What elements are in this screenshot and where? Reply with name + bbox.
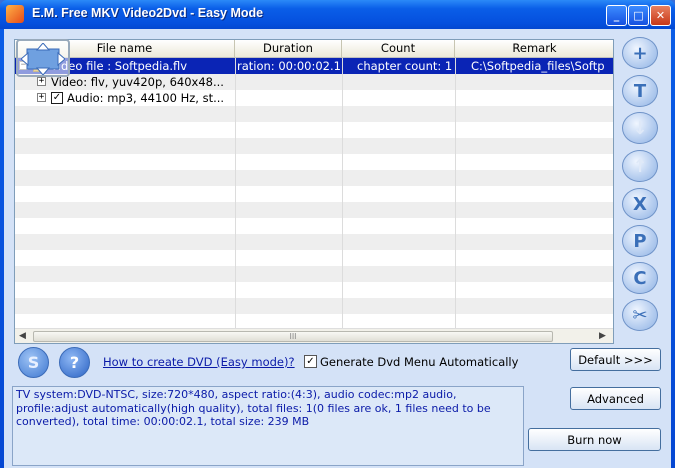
cell-remark: C:\Softpedia_files\Softp bbox=[471, 59, 605, 73]
audio-checkbox[interactable]: ✓ bbox=[51, 92, 63, 104]
scroll-left-icon[interactable]: ◀ bbox=[19, 331, 26, 341]
cut-icon: ✂ bbox=[632, 304, 648, 326]
expand-icon[interactable]: + bbox=[37, 93, 46, 102]
move-up-button[interactable]: ↑ bbox=[622, 150, 658, 182]
cell-remark bbox=[471, 90, 613, 106]
add-icon: + bbox=[632, 42, 648, 64]
empty-row bbox=[15, 154, 613, 170]
file-list[interactable]: File name Duration Count Remark −video f… bbox=[14, 39, 614, 344]
cell-remark bbox=[471, 74, 613, 90]
cell-count bbox=[357, 74, 455, 90]
main-panel: File name Duration Count Remark −video f… bbox=[4, 29, 671, 468]
empty-row bbox=[15, 202, 613, 218]
cell-name: video file : Softpedia.flv bbox=[51, 59, 188, 73]
column-divider bbox=[235, 58, 236, 328]
cell-duration bbox=[237, 90, 342, 106]
scroll-right-icon[interactable]: ▶ bbox=[599, 331, 606, 341]
empty-row bbox=[15, 138, 613, 154]
table-row[interactable]: + ✓ Audio: mp3, 44100 Hz, st... bbox=[15, 90, 613, 106]
cell-name: Video: flv, yuv420p, 640x48... bbox=[51, 75, 224, 89]
cell-count bbox=[357, 90, 455, 106]
question-icon: ? bbox=[69, 353, 80, 372]
app-window: E.M. Free MKV Video2Dvd - Easy Mode _ □ … bbox=[0, 0, 675, 468]
cut-button[interactable]: ✂ bbox=[622, 299, 658, 331]
scroll-thumb[interactable]: III bbox=[33, 331, 553, 342]
default-button[interactable]: Default >>> bbox=[570, 348, 661, 371]
s-icon: S bbox=[27, 353, 40, 372]
empty-row bbox=[15, 250, 613, 266]
table-row[interactable]: −video file : Softpedia.flvration: 00:00… bbox=[15, 58, 613, 74]
info-box: TV system:DVD-NTSC, size:720*480, aspect… bbox=[12, 386, 524, 466]
column-header-duration[interactable]: Duration bbox=[235, 40, 342, 58]
title-bar[interactable]: E.M. Free MKV Video2Dvd - Easy Mode _ □ … bbox=[0, 0, 675, 29]
window-title: E.M. Free MKV Video2Dvd - Easy Mode bbox=[32, 6, 264, 20]
expand-icon[interactable]: + bbox=[37, 77, 46, 86]
add-button[interactable]: + bbox=[622, 37, 658, 69]
remove-icon: X bbox=[633, 193, 647, 215]
howto-link[interactable]: How to create DVD (Easy mode)? bbox=[103, 355, 295, 369]
remove-button[interactable]: X bbox=[622, 188, 658, 220]
generate-menu-checkbox[interactable]: ✓ bbox=[304, 355, 317, 368]
move-down-button[interactable]: ↓ bbox=[622, 112, 658, 144]
close-button[interactable]: ✕ bbox=[650, 5, 671, 26]
cell-name: Audio: mp3, 44100 Hz, st... bbox=[67, 91, 225, 105]
app-icon bbox=[6, 5, 24, 23]
empty-row bbox=[15, 218, 613, 234]
burn-now-button[interactable]: Burn now bbox=[528, 428, 661, 451]
column-header-count[interactable]: Count bbox=[342, 40, 455, 58]
move-down-icon: ↓ bbox=[632, 117, 648, 139]
help-button[interactable]: ? bbox=[59, 347, 90, 378]
move-up-icon: ↑ bbox=[632, 155, 648, 177]
chapter-button[interactable]: C bbox=[622, 262, 658, 294]
minimize-icon: _ bbox=[613, 9, 620, 22]
generate-menu-label: Generate Dvd Menu Automatically bbox=[320, 355, 519, 369]
column-divider bbox=[342, 58, 343, 328]
title-button[interactable]: T bbox=[622, 75, 658, 107]
chapter-icon: C bbox=[633, 267, 647, 289]
empty-row bbox=[15, 170, 613, 186]
minimize-button[interactable]: _ bbox=[606, 5, 627, 26]
table-row[interactable]: + Video: flv, yuv420p, 640x48... bbox=[15, 74, 613, 90]
cell-duration bbox=[237, 74, 342, 90]
maximize-button[interactable]: □ bbox=[628, 5, 649, 26]
column-header-remark[interactable]: Remark bbox=[455, 40, 613, 58]
preview-icon: P bbox=[633, 230, 647, 252]
skin-button[interactable]: S bbox=[18, 347, 49, 378]
title-icon: T bbox=[633, 80, 647, 102]
horizontal-scrollbar[interactable]: ◀ III ▶ bbox=[15, 328, 613, 343]
column-divider bbox=[455, 58, 456, 328]
empty-row bbox=[15, 234, 613, 250]
empty-row bbox=[15, 122, 613, 138]
preview-button[interactable]: P bbox=[622, 225, 658, 257]
maximize-icon: □ bbox=[633, 9, 644, 22]
empty-row bbox=[15, 186, 613, 202]
cell-duration: ration: 00:00:02.1 bbox=[237, 59, 341, 73]
empty-row bbox=[15, 266, 613, 282]
list-header: File name Duration Count Remark bbox=[15, 40, 613, 58]
empty-row bbox=[15, 106, 613, 122]
empty-row bbox=[15, 282, 613, 298]
cell-count: chapter count: 1 bbox=[357, 59, 453, 73]
dvd-arrows-icon bbox=[16, 39, 70, 77]
empty-row bbox=[15, 298, 613, 314]
close-icon: ✕ bbox=[655, 9, 666, 22]
advanced-button[interactable]: Advanced bbox=[570, 387, 661, 410]
